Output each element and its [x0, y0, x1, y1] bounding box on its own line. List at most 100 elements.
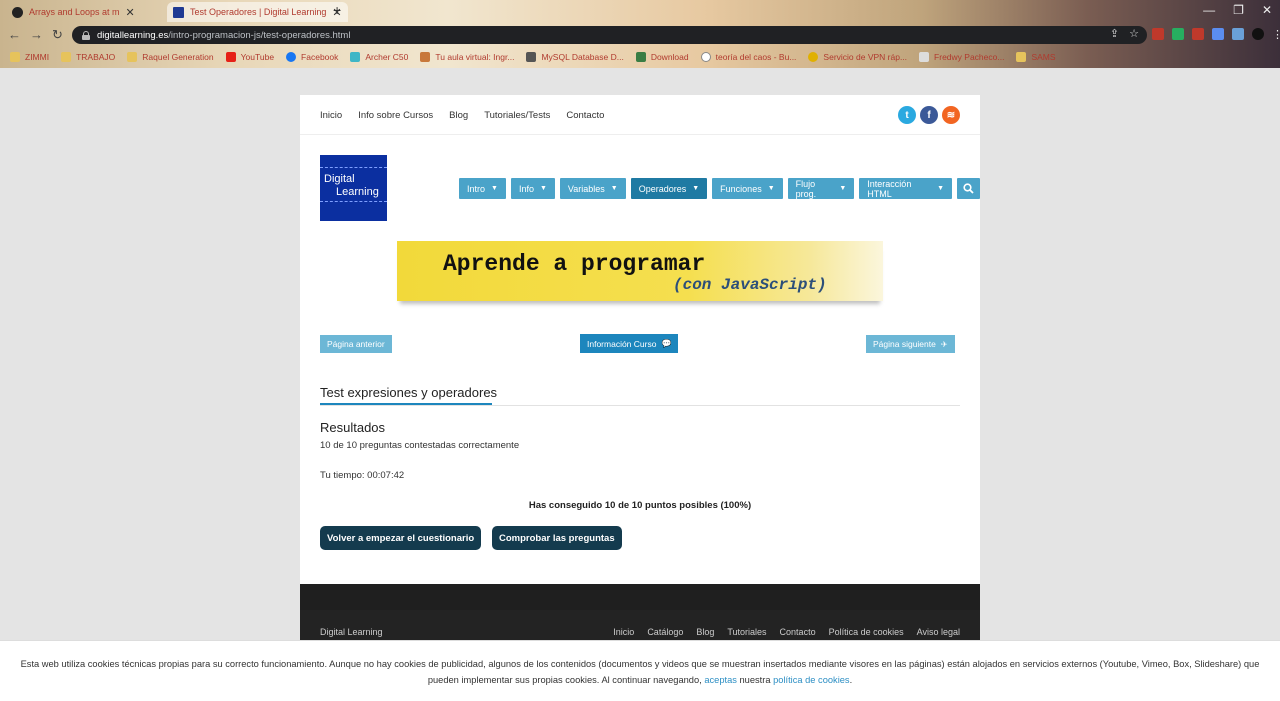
accept-cookies-link[interactable]: aceptas	[704, 675, 737, 685]
footer-link-catalogo[interactable]: Catálogo	[647, 627, 683, 637]
lock-icon[interactable]	[82, 30, 90, 40]
elapsed-time: Tu tiempo: 00:07:42	[320, 470, 405, 481]
bookmark-item[interactable]: ZIMMI	[10, 52, 49, 62]
bookmark-label: Tu aula virtual: Ingr...	[435, 52, 515, 62]
logo-rule	[320, 201, 387, 203]
folder-icon	[127, 52, 138, 62]
address-bar[interactable]: digitallearning.es/intro-programacion-js…	[72, 26, 1147, 44]
bookmark-item[interactable]: Tu aula virtual: Ingr...	[420, 52, 514, 62]
bookmark-star-icon[interactable]: ☆	[1129, 27, 1139, 40]
bookmark-item[interactable]: Download	[635, 52, 689, 62]
back-icon[interactable]: ←	[8, 27, 21, 42]
chevron-down-icon: ▼	[539, 185, 547, 192]
site-logo[interactable]: Digital Learning	[320, 155, 387, 221]
extension-icon[interactable]	[1152, 28, 1164, 40]
section-divider	[320, 405, 960, 406]
chevron-down-icon: ▼	[937, 185, 944, 192]
search-button[interactable]	[957, 178, 980, 199]
facebook-icon	[286, 52, 297, 62]
router-icon	[350, 52, 361, 62]
vpn-icon	[808, 52, 819, 62]
course-info-button[interactable]: Información Curso 💬	[580, 334, 679, 353]
bookmark-item[interactable]: Fredwy Pacheco...	[919, 52, 1004, 62]
new-tab-button[interactable]: +	[333, 2, 341, 18]
cookie-text-part: nuestra	[739, 675, 771, 685]
cookie-text-part: Esta web utiliza cookies técnicas propia…	[20, 659, 1260, 685]
bookmark-item[interactable]: teoría del caos - Bu...	[700, 52, 796, 62]
bookmark-item[interactable]: Archer C50	[350, 52, 408, 62]
nav-menu-funciones[interactable]: Funciones ▼	[712, 178, 783, 199]
reload-icon[interactable]: ↻	[52, 27, 63, 43]
nav-label: Info	[518, 183, 534, 194]
restart-quiz-button[interactable]: Volver a empezar el cuestionario	[320, 526, 482, 550]
button-label: Página anterior	[327, 339, 385, 349]
review-questions-button[interactable]: Comprobar las preguntas	[492, 526, 622, 550]
next-page-button[interactable]: Página siguiente ✈	[866, 335, 955, 353]
speech-bubble-icon: 💬	[661, 339, 672, 348]
menu-kebab-icon[interactable]: ⋮	[1272, 28, 1280, 41]
bookmark-item[interactable]: TRABAJO	[61, 52, 115, 62]
footer-brand[interactable]: Digital Learning	[320, 627, 383, 637]
nav-label: Funciones	[720, 183, 762, 194]
footer-link-blog[interactable]: Blog	[696, 627, 714, 637]
share-icon[interactable]: ⇪	[1110, 27, 1119, 40]
profile-avatar[interactable]	[1252, 28, 1264, 40]
twitter-icon[interactable]: t	[898, 106, 916, 124]
nav-menu-intro[interactable]: Intro ▼	[459, 178, 506, 199]
cookie-text: Esta web utiliza cookies técnicas propia…	[10, 656, 1270, 688]
maximize-icon[interactable]: ❐	[1233, 3, 1244, 17]
nav-label: Flujo prog.	[795, 178, 817, 199]
google-icon	[700, 52, 711, 62]
forward-icon[interactable]: →	[30, 27, 43, 42]
nav-menu-flujo[interactable]: Flujo prog. ▼	[787, 178, 855, 199]
footer-link-cookies[interactable]: Política de cookies	[829, 627, 904, 637]
nav-menu-interaccion-html[interactable]: Interacción HTML ▼	[859, 178, 952, 199]
database-icon	[526, 52, 537, 62]
nav-menu-info[interactable]: Info ▼	[510, 178, 555, 199]
bookmark-label: SAMS	[1031, 52, 1056, 62]
extension-icon[interactable]	[1192, 28, 1204, 40]
results-summary: 10 de 10 preguntas contestadas correctam…	[320, 440, 520, 451]
topnav-link-contacto[interactable]: Contacto	[566, 110, 604, 121]
facebook-icon[interactable]: f	[920, 106, 938, 124]
topnav-link-info-cursos[interactable]: Info sobre Cursos	[358, 110, 433, 121]
bookmark-item[interactable]: MySQL Database D...	[526, 52, 624, 62]
topnav-link-blog[interactable]: Blog	[449, 110, 468, 121]
close-window-icon[interactable]: ✕	[1262, 3, 1272, 17]
browser-tab[interactable]: Arrays and Loops at m ✕	[12, 2, 135, 22]
nav-menu-operadores[interactable]: Operadores ▼	[630, 178, 708, 199]
browser-tab-active[interactable]: Test Operadores | Digital Learning ✕	[167, 2, 348, 22]
bookmark-item[interactable]: YouTube	[225, 52, 274, 62]
bookmark-item[interactable]: Servicio de VPN ráp...	[808, 52, 907, 62]
footer-link-tutoriales[interactable]: Tutoriales	[727, 627, 766, 637]
bookmark-item[interactable]: Facebook	[286, 52, 338, 62]
bookmark-label: Servicio de VPN ráp...	[823, 52, 908, 62]
extension-icon[interactable]	[1172, 28, 1184, 40]
topnav-link-tutoriales[interactable]: Tutoriales/Tests	[484, 110, 550, 121]
extension-icon[interactable]	[1232, 28, 1244, 40]
nav-menu-variables[interactable]: Variables ▼	[559, 178, 626, 199]
footer-link-aviso-legal[interactable]: Aviso legal	[917, 627, 960, 637]
rss-icon[interactable]: ≋	[942, 106, 960, 124]
header-divider	[300, 134, 980, 135]
tab-strip: Arrays and Loops at m ✕ Test Operadores …	[0, 0, 1280, 24]
topnav-link-inicio[interactable]: Inicio	[320, 110, 342, 121]
bookmark-label: Archer C50	[365, 52, 409, 62]
footer-link-inicio[interactable]: Inicio	[613, 627, 634, 637]
banner-subtitle: (con JavaScript)	[673, 276, 827, 294]
previous-page-button[interactable]: Página anterior	[320, 335, 392, 353]
bookmark-item[interactable]: SAMS	[1016, 52, 1056, 62]
close-tab-icon[interactable]: ✕	[126, 6, 135, 19]
extensions-puzzle-icon[interactable]	[1212, 28, 1224, 40]
cookie-policy-link[interactable]: política de cookies	[773, 675, 850, 685]
folder-icon	[1016, 52, 1027, 62]
button-label: Información Curso	[587, 338, 657, 349]
bookmark-item[interactable]: Raquel Generation	[127, 52, 214, 62]
extensions-bar: ⋮	[1152, 28, 1280, 41]
minimize-icon[interactable]: —	[1203, 3, 1215, 17]
download-icon	[635, 52, 646, 62]
quiz-title: Test expresiones y operadores	[320, 385, 498, 400]
footer-link-contacto[interactable]: Contacto	[780, 627, 816, 637]
chevron-down-icon: ▼	[839, 185, 847, 192]
results-heading: Resultados	[320, 420, 386, 435]
